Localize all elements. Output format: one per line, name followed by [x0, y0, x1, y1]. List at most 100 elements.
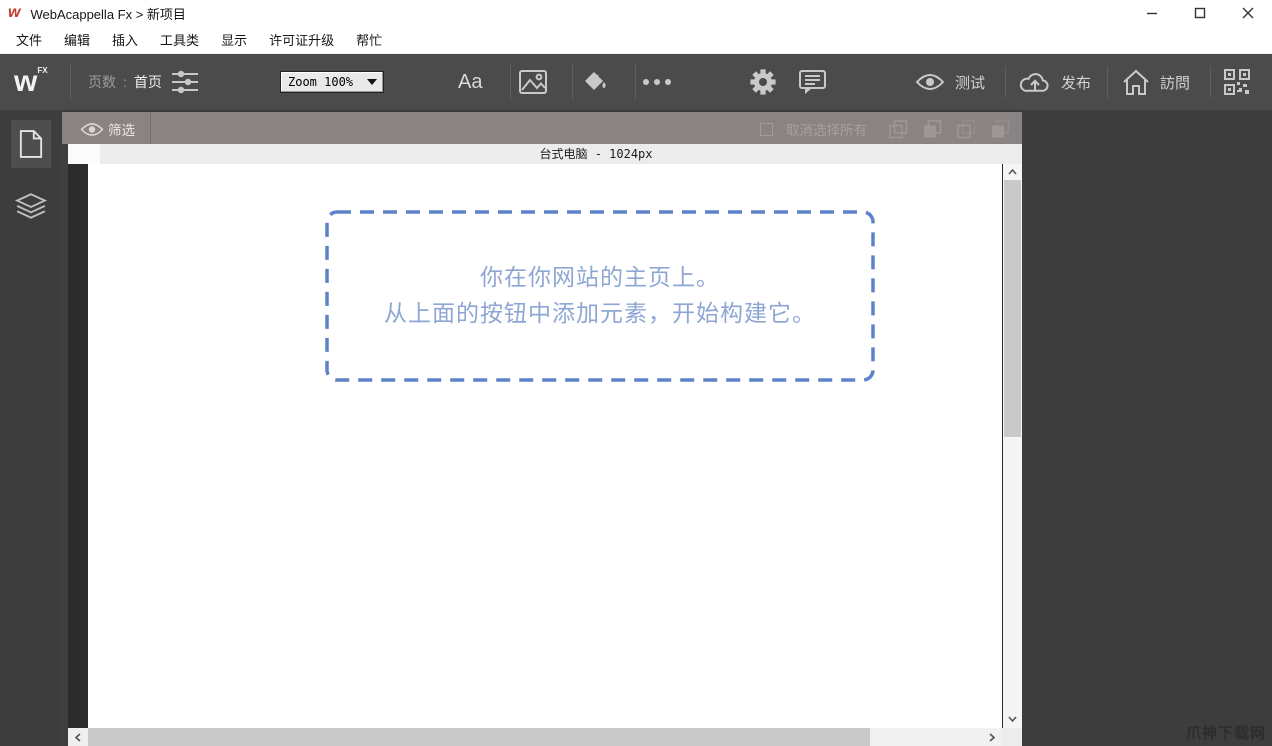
scroll-up-button[interactable]: [1003, 164, 1022, 180]
duplicate-button[interactable]: [956, 114, 977, 144]
deselect-all-button[interactable]: 取消选择所有: [786, 114, 867, 144]
pages-indicator[interactable]: 页数 : 首页: [88, 54, 162, 110]
image-tool-button[interactable]: [519, 54, 547, 110]
chevron-left-icon: [75, 733, 81, 742]
toolbar-divider: [510, 64, 511, 100]
current-page-name: 首页: [134, 72, 162, 92]
scrollbar-corner: [1002, 728, 1022, 746]
publish-button[interactable]: 发布: [1019, 54, 1091, 110]
menu-item-edit[interactable]: 编辑: [53, 30, 101, 49]
text-tool-label: Aa: [458, 71, 482, 94]
filter-button[interactable]: [80, 114, 104, 144]
right-panel: 爪神下载网: [1022, 110, 1272, 746]
pages-separator: :: [123, 74, 127, 90]
comments-button[interactable]: [799, 54, 826, 110]
publish-label: 发布: [1061, 72, 1091, 93]
menu-item-insert[interactable]: 插入: [101, 30, 149, 49]
copy-icon: [888, 119, 909, 140]
window-controls: [1128, 0, 1272, 26]
editor-center: 筛选 取消选择所有: [62, 110, 1022, 746]
vertical-scrollbar[interactable]: [1003, 164, 1022, 728]
empty-page-placeholder[interactable]: 你在你网站的主页上。 从上面的按钮中添加元素，开始构建它。: [325, 210, 875, 382]
zoom-value: Zoom 100%: [288, 75, 353, 89]
more-icon: [642, 78, 672, 86]
device-width-label: 台式电脑 - 1024px: [100, 144, 1022, 164]
minimize-icon: [1146, 7, 1158, 19]
close-button[interactable]: [1224, 0, 1272, 26]
ruler-corner: [68, 144, 100, 164]
left-sidebar: [0, 110, 62, 746]
zoom-control: Zoom 100%: [280, 54, 384, 110]
toolbar-divider: [1107, 66, 1108, 98]
gear-icon: [750, 69, 776, 95]
workspace: 筛选 取消选择所有: [0, 110, 1272, 746]
horizontal-scroll-thumb[interactable]: [88, 728, 870, 746]
toolbar-divider: [1005, 66, 1006, 98]
placeholder-line-2: 从上面的按钮中添加元素，开始构建它。: [384, 296, 816, 332]
chevron-up-icon: [1008, 169, 1017, 175]
comment-icon: [799, 70, 826, 95]
clone-style-icon: [990, 119, 1011, 140]
qr-code-icon: [1224, 69, 1250, 95]
maximize-icon: [1194, 7, 1206, 19]
close-icon: [1242, 7, 1254, 19]
placeholder-text: 你在你网站的主页上。 从上面的按钮中添加元素，开始构建它。: [325, 210, 875, 382]
sliders-icon: [172, 70, 198, 94]
canvas-gutter: [68, 164, 88, 728]
test-button[interactable]: 测试: [915, 54, 985, 110]
chevron-down-icon: [1008, 716, 1017, 722]
menu-item-file[interactable]: 文件: [5, 30, 53, 49]
pages-label: 页数: [88, 72, 116, 92]
vertical-scroll-thumb[interactable]: [1004, 180, 1021, 437]
window-titlebar: w WebAcappella Fx > 新项目: [0, 0, 1272, 26]
page-canvas[interactable]: 你在你网站的主页上。 从上面的按钮中添加元素，开始构建它。: [88, 164, 1002, 728]
deselect-icon-button: [760, 114, 773, 144]
scroll-right-button[interactable]: [982, 728, 1002, 746]
main-toolbar: wFX 页数 : 首页 Zoom 100% Aa: [0, 54, 1272, 110]
menu-item-tools[interactable]: 工具类: [149, 30, 210, 49]
dropdown-arrow-icon: [367, 79, 377, 85]
qr-code-button[interactable]: [1224, 54, 1250, 110]
app-logo-icon: w: [8, 5, 20, 21]
text-tool-button[interactable]: Aa: [458, 54, 482, 110]
settings-button[interactable]: [750, 54, 776, 110]
paint-bucket-icon: [581, 69, 609, 95]
more-tools-button[interactable]: [642, 54, 672, 110]
cloud-upload-icon: [1019, 70, 1051, 94]
selection-square-icon: [760, 123, 773, 136]
horizontal-scrollbar[interactable]: [62, 728, 1022, 746]
brand-logo-text: w: [14, 65, 35, 98]
clone-style-button[interactable]: [990, 114, 1011, 144]
watermark-text: 爪神下载网: [1186, 722, 1266, 743]
page-settings-button[interactable]: [172, 54, 198, 110]
menu-item-license-upgrade[interactable]: 许可证升级: [258, 30, 345, 49]
chevron-right-icon: [989, 733, 995, 742]
toolbar-divider: [1210, 66, 1211, 98]
minimize-button[interactable]: [1128, 0, 1176, 26]
placeholder-line-1: 你在你网站的主页上。: [480, 260, 720, 296]
visit-button[interactable]: 訪問: [1122, 54, 1190, 110]
filter-label[interactable]: 筛选: [108, 114, 135, 144]
toolbar-divider: [70, 64, 71, 100]
menu-item-view[interactable]: 显示: [210, 30, 258, 49]
zoom-dropdown[interactable]: Zoom 100%: [280, 71, 384, 93]
visit-label: 訪問: [1160, 72, 1190, 93]
scroll-down-button[interactable]: [1003, 711, 1022, 727]
scroll-left-button[interactable]: [68, 728, 88, 746]
paste-icon: [922, 119, 943, 140]
menu-bar: 文件 编辑 插入 工具类 显示 许可证升级 帮忙: [0, 26, 1272, 54]
copy-button[interactable]: [888, 114, 909, 144]
filter-bar-divider: [150, 112, 151, 144]
maximize-button[interactable]: [1176, 0, 1224, 26]
toolbar-divider: [572, 64, 573, 100]
background-fill-button[interactable]: [581, 54, 609, 110]
eye-icon: [915, 73, 945, 91]
sidebar-item-page[interactable]: [11, 120, 51, 168]
test-label: 测试: [955, 72, 985, 93]
toolbar-divider: [635, 64, 636, 100]
paste-button[interactable]: [922, 114, 943, 144]
sidebar-item-layers[interactable]: [15, 192, 47, 222]
eye-icon: [80, 122, 104, 137]
duplicate-icon: [956, 119, 977, 140]
menu-item-help[interactable]: 帮忙: [345, 30, 393, 49]
